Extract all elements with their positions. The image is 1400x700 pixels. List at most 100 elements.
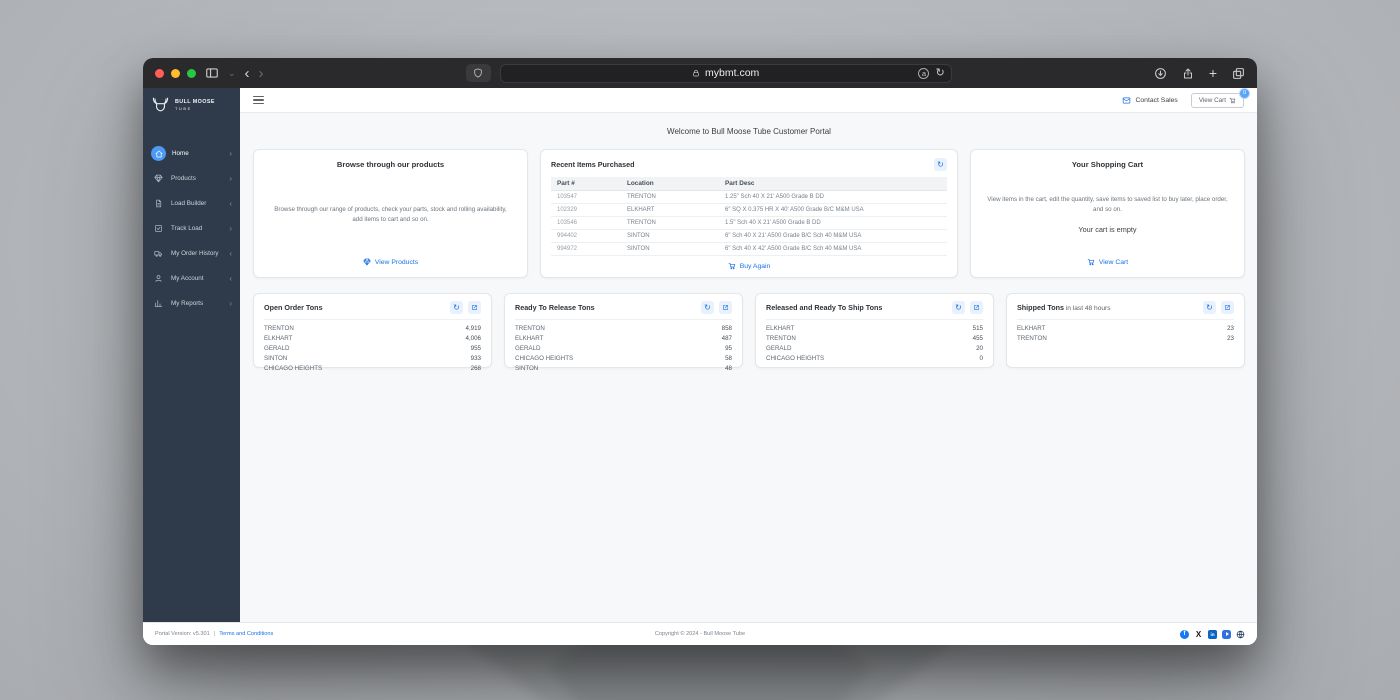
sidebar-nav: Home › Products › Load Builder ‹ Track L… bbox=[143, 141, 240, 316]
traffic-lights bbox=[155, 68, 196, 78]
chevron-right-icon: › bbox=[229, 148, 232, 158]
website-globe-icon[interactable] bbox=[1236, 630, 1245, 639]
sidebar-item-track-load[interactable]: Track Load › bbox=[143, 216, 240, 241]
shopping-cart-card: Your Shopping Cart View items in the car… bbox=[970, 149, 1245, 278]
facebook-icon[interactable]: f bbox=[1180, 629, 1189, 639]
stat-row: SINTON 48 bbox=[515, 364, 732, 372]
external-link-icon bbox=[722, 304, 729, 311]
sidebar-item-order-history[interactable]: My Order History ‹ bbox=[143, 241, 240, 266]
col-part-desc: Part Desc bbox=[725, 180, 755, 187]
view-products-button[interactable]: View Products bbox=[363, 258, 418, 266]
stat-row: TRENTON 4,919 bbox=[264, 325, 481, 332]
view-cart-link-label: View Cart bbox=[1098, 258, 1129, 266]
external-link-icon bbox=[471, 304, 478, 311]
view-cart-label: View Cart bbox=[1198, 96, 1226, 104]
open-report-button[interactable] bbox=[1221, 301, 1234, 314]
refresh-button[interactable]: ↻ bbox=[952, 301, 965, 314]
open-report-button[interactable] bbox=[970, 301, 983, 314]
sidebar-item-label: My Order History bbox=[171, 250, 219, 257]
chevron-right-icon: › bbox=[229, 223, 232, 233]
card-title: Your Shopping Cart bbox=[1071, 160, 1144, 169]
sidebar: BULL MOOSE TUBE Home › Products › Load B… bbox=[143, 88, 240, 622]
menu-toggle-icon[interactable] bbox=[253, 96, 264, 104]
card-body-text: Browse through our range of products, ch… bbox=[274, 206, 507, 224]
chevron-down-icon[interactable]: ⌄ bbox=[228, 68, 236, 78]
gem-icon bbox=[363, 258, 371, 266]
lock-icon bbox=[692, 69, 700, 77]
cart-count-badge: 0 bbox=[1239, 87, 1250, 99]
view-cart-link[interactable]: View Cart bbox=[1087, 258, 1128, 266]
brand-sub: TUBE bbox=[175, 105, 192, 111]
back-button[interactable]: ‹ bbox=[245, 66, 250, 81]
downloads-icon[interactable] bbox=[1154, 67, 1167, 80]
stat-row: GERALD 95 bbox=[515, 344, 732, 352]
table-row[interactable]: 994402 SINTON 6" Sch 40 X 21' A500 Grade… bbox=[551, 230, 947, 243]
sidebar-item-label: Products bbox=[171, 175, 196, 182]
open-report-button[interactable] bbox=[468, 301, 481, 314]
sidebar-item-my-account[interactable]: My Account ‹ bbox=[143, 266, 240, 291]
copyright-text: Copyright © 2024 - Bull Moose Tube bbox=[654, 631, 746, 637]
cart-icon bbox=[1087, 258, 1095, 266]
terms-link[interactable]: Terms and Conditions bbox=[219, 631, 273, 637]
translate-icon[interactable]: a bbox=[918, 67, 930, 79]
browse-products-card: Browse through our products Browse throu… bbox=[253, 149, 528, 278]
sidebar-item-label: My Account bbox=[171, 275, 204, 282]
forward-button[interactable]: › bbox=[259, 66, 264, 81]
sidebar-item-label: Load Builder bbox=[171, 200, 207, 207]
brand-logo[interactable]: BULL MOOSE TUBE bbox=[143, 88, 240, 119]
stat-row: ELKHART 23 bbox=[1017, 325, 1234, 332]
buy-again-button[interactable]: Buy Again bbox=[728, 262, 771, 270]
stat-row: SINTON 933 bbox=[264, 354, 481, 362]
card-title: Browse through our products bbox=[336, 160, 445, 169]
stat-row: CHICAGO HEIGHTS 0 bbox=[766, 354, 983, 362]
sidebar-item-home[interactable]: Home › bbox=[143, 141, 240, 166]
table-row[interactable]: 103546 TRENTON 1.5" Sch 40 X 21' A500 Gr… bbox=[551, 217, 947, 230]
view-products-label: View Products bbox=[374, 258, 419, 266]
x-twitter-icon[interactable]: X bbox=[1194, 630, 1203, 639]
brand-name: BULL MOOSE bbox=[175, 98, 215, 105]
zoom-button[interactable] bbox=[187, 68, 196, 78]
products-gem-icon bbox=[152, 172, 165, 185]
minimize-button[interactable] bbox=[171, 68, 180, 78]
recent-items-table: Part # Location Part Desc 103547 TRENTON… bbox=[551, 177, 947, 256]
card-title: Open Order Tons bbox=[264, 303, 323, 312]
contact-sales-link[interactable]: Contact Sales bbox=[1122, 96, 1178, 105]
refresh-icon: ↻ bbox=[1206, 302, 1213, 312]
reload-icon[interactable]: ↻ bbox=[935, 67, 944, 79]
refresh-button[interactable]: ↻ bbox=[934, 158, 947, 171]
sidebar-item-label: My Reports bbox=[171, 300, 204, 307]
address-bar[interactable]: mybmt.com a ↻ bbox=[499, 63, 952, 83]
chevron-right-icon: › bbox=[229, 298, 232, 308]
new-tab-icon[interactable]: + bbox=[1209, 66, 1217, 80]
open-report-button[interactable] bbox=[719, 301, 732, 314]
sidebar-item-label: Track Load bbox=[171, 225, 203, 232]
stat-row: TRENTON 23 bbox=[1017, 334, 1234, 342]
card-body-text: View items in the cart, edit the quantit… bbox=[987, 196, 1228, 214]
linkedin-icon[interactable]: in bbox=[1208, 629, 1217, 639]
refresh-icon: ↻ bbox=[937, 159, 944, 169]
sidebar-toggle-icon[interactable] bbox=[205, 66, 219, 80]
close-button[interactable] bbox=[155, 68, 164, 78]
table-row[interactable]: 102329 ELKHART 6" SQ X 0.375 HR X 40' A5… bbox=[551, 204, 947, 217]
buy-again-label: Buy Again bbox=[739, 262, 771, 270]
view-cart-button[interactable]: View Cart 0 bbox=[1190, 87, 1250, 108]
table-row[interactable]: 103547 TRENTON 1.25" Sch 40 X 21' A500 G… bbox=[551, 191, 947, 204]
truck-icon bbox=[152, 247, 165, 260]
share-icon[interactable] bbox=[1182, 67, 1194, 80]
refresh-button[interactable]: ↻ bbox=[701, 301, 714, 314]
sidebar-item-products[interactable]: Products › bbox=[143, 166, 240, 191]
refresh-button[interactable]: ↻ bbox=[450, 301, 463, 314]
page-topbar: Contact Sales View Cart 0 bbox=[240, 87, 1257, 113]
stat-row: TRENTON 455 bbox=[766, 334, 983, 342]
sidebar-item-load-builder[interactable]: Load Builder ‹ bbox=[143, 191, 240, 216]
refresh-icon: ↻ bbox=[955, 302, 962, 312]
refresh-button[interactable]: ↻ bbox=[1203, 301, 1216, 314]
table-row[interactable]: 994972 SINTON 6" Sch 40 X 42' A500 Grade… bbox=[551, 243, 947, 256]
youtube-icon[interactable] bbox=[1222, 629, 1231, 639]
recent-items-card: Recent Items Purchased ↻ Part # Location… bbox=[540, 149, 958, 278]
stat-row: GERALD 20 bbox=[766, 344, 983, 352]
sidebar-item-my-reports[interactable]: My Reports › bbox=[143, 291, 240, 316]
shipped-tons-card: Shipped Tons in last 48 hours ↻ ELKHART 2… bbox=[1006, 293, 1245, 368]
privacy-shield-button[interactable] bbox=[465, 64, 491, 82]
tab-overview-icon[interactable] bbox=[1232, 67, 1245, 80]
